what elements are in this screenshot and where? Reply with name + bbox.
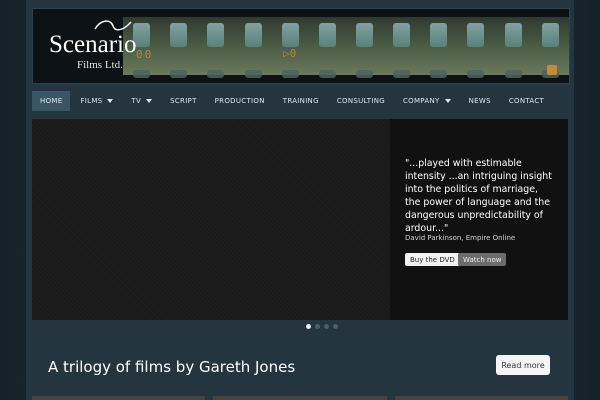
film-hole bbox=[504, 23, 522, 47]
nav-item-label: FILMS bbox=[80, 97, 103, 105]
buy-dvd-button[interactable]: Buy the DVD bbox=[405, 253, 460, 266]
header-banner[interactable]: 00 ▷0 Scenario Films Ltd. bbox=[32, 8, 570, 84]
slider-dot[interactable] bbox=[306, 324, 311, 329]
film-hole bbox=[430, 23, 448, 47]
film-hole bbox=[318, 70, 336, 78]
film-holes-bottom bbox=[123, 69, 569, 79]
film-hole bbox=[318, 23, 336, 47]
rss-icon[interactable] bbox=[547, 65, 557, 75]
caret-down-icon bbox=[146, 99, 153, 103]
nav-item-tv[interactable]: TV bbox=[123, 91, 160, 111]
film-hole bbox=[504, 70, 522, 78]
nav-item-script[interactable]: SCRIPT bbox=[162, 91, 205, 111]
slider-dot[interactable] bbox=[324, 324, 329, 329]
intro-title: A trilogy of films by Gareth Jones bbox=[48, 358, 296, 376]
film-hole bbox=[393, 23, 411, 47]
film-hole bbox=[207, 70, 225, 78]
film-counter: 00 bbox=[136, 48, 154, 61]
film-holes-top bbox=[123, 21, 569, 49]
main-nav: HOME FILMS TV SCRIPT PRODUCTION TRAINING… bbox=[32, 90, 568, 112]
slider-pagination bbox=[306, 324, 338, 329]
film-hole bbox=[467, 23, 485, 47]
nav-item-label: PRODUCTION bbox=[214, 97, 265, 105]
page-wrapper: 00 ▷0 Scenario Films Ltd. HOME FILMS TV … bbox=[26, 0, 574, 400]
film-hole bbox=[133, 70, 151, 78]
thumbnail-row bbox=[32, 396, 568, 400]
film-hole bbox=[207, 23, 225, 47]
film-hole bbox=[281, 23, 299, 47]
nav-item-label: SCRIPT bbox=[170, 97, 197, 105]
read-more-button[interactable]: Read more bbox=[496, 355, 550, 375]
hero-slider[interactable]: "...played with estimable intensity ...a… bbox=[32, 119, 568, 320]
watch-now-button[interactable]: Watch now bbox=[458, 253, 507, 266]
review-source: David Parkinson, Empire Online bbox=[405, 234, 516, 242]
film-hole bbox=[393, 70, 411, 78]
nav-item-consulting[interactable]: CONSULTING bbox=[329, 91, 393, 111]
nav-item-label: CONTACT bbox=[508, 97, 545, 105]
thumbnail[interactable] bbox=[213, 396, 387, 400]
nav-item-home[interactable]: HOME bbox=[32, 91, 71, 111]
thumbnail[interactable] bbox=[32, 396, 206, 400]
film-hole bbox=[170, 23, 188, 47]
film-hole bbox=[356, 70, 374, 78]
slider-dot[interactable] bbox=[315, 324, 320, 329]
film-hole bbox=[430, 70, 448, 78]
nav-item-company[interactable]: COMPANY bbox=[395, 91, 459, 111]
film-mark: ▷0 bbox=[283, 47, 297, 60]
caret-down-icon bbox=[444, 99, 451, 103]
film-strip-graphic bbox=[123, 17, 569, 78]
nav-item-training[interactable]: TRAINING bbox=[275, 91, 327, 111]
logo-name[interactable]: Scenario bbox=[49, 31, 136, 59]
nav-item-label: HOME bbox=[40, 97, 63, 105]
thumbnail[interactable] bbox=[394, 396, 568, 400]
film-hole bbox=[244, 70, 262, 78]
nav-item-label: NEWS bbox=[468, 97, 491, 105]
nav-item-label: TRAINING bbox=[282, 97, 319, 105]
review-quote: "...played with estimable intensity ...a… bbox=[405, 158, 552, 234]
film-hole bbox=[170, 70, 188, 78]
film-hole bbox=[281, 70, 299, 78]
nav-item-contact[interactable]: CONTACT bbox=[501, 91, 552, 111]
film-hole bbox=[467, 70, 485, 78]
film-hole bbox=[356, 23, 374, 47]
nav-item-films[interactable]: FILMS bbox=[72, 91, 121, 111]
slider-caption: "...played with estimable intensity ...a… bbox=[390, 119, 568, 320]
nav-item-news[interactable]: NEWS bbox=[461, 91, 499, 111]
slider-dot[interactable] bbox=[333, 324, 338, 329]
film-hole bbox=[541, 23, 559, 47]
nav-item-label: CONSULTING bbox=[336, 97, 385, 105]
logo-subtitle: Films Ltd. bbox=[77, 59, 123, 71]
nav-item-production[interactable]: PRODUCTION bbox=[207, 91, 273, 111]
nav-item-label: TV bbox=[131, 97, 142, 105]
nav-item-label: COMPANY bbox=[402, 97, 440, 105]
film-hole bbox=[244, 23, 262, 47]
caret-down-icon bbox=[107, 99, 114, 103]
